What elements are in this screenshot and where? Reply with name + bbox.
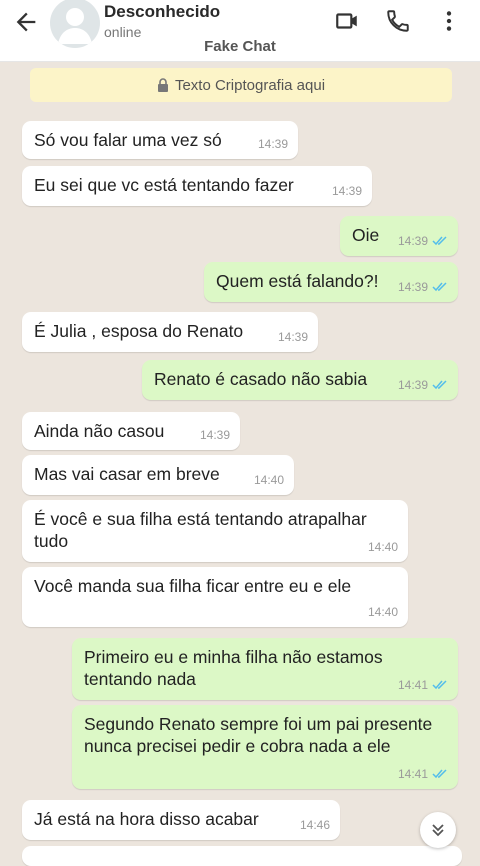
message-text: Eu sei que vc está tentando fazer bbox=[34, 175, 294, 195]
read-ticks-icon bbox=[432, 236, 447, 246]
contact-name[interactable]: Desconhecido bbox=[104, 2, 220, 22]
message-bubble-incoming[interactable]: Eu sei que vc está tentando fazer 14:39 bbox=[22, 166, 372, 206]
message-time: 14:46 bbox=[299, 818, 330, 832]
phone-call-icon[interactable] bbox=[385, 8, 411, 34]
message-meta: 14:41 bbox=[398, 674, 448, 696]
message-bubble-incoming[interactable]: Mas vai casar em breve 14:40 bbox=[22, 455, 294, 495]
message-time: 14:40 bbox=[253, 473, 284, 487]
scroll-to-bottom-button[interactable] bbox=[420, 812, 456, 848]
message-bubble-outgoing[interactable]: Oie 14:39 bbox=[340, 216, 458, 256]
read-ticks-icon bbox=[432, 282, 447, 292]
read-ticks-icon bbox=[432, 380, 447, 390]
read-ticks-icon bbox=[432, 769, 447, 779]
message-meta: 14:39 bbox=[398, 276, 448, 298]
message-time: 14:39 bbox=[397, 234, 428, 248]
message-text: É você e sua filha está tentando atrapal… bbox=[34, 509, 367, 551]
video-call-icon[interactable] bbox=[334, 8, 360, 34]
message-meta: 14:39 bbox=[398, 230, 448, 252]
message-text: Quem está falando?! bbox=[216, 271, 379, 291]
chat-header: Desconhecido online Fake Chat bbox=[0, 0, 480, 62]
message-bubble-incoming-partial bbox=[22, 846, 462, 866]
message-time: 14:39 bbox=[331, 184, 362, 198]
message-time: 14:41 bbox=[397, 767, 428, 781]
message-text: Oie bbox=[352, 225, 380, 245]
message-bubble-incoming[interactable]: Já está na hora disso acabar 14:46 bbox=[22, 800, 340, 840]
message-text: Mas vai casar em breve bbox=[34, 464, 220, 484]
chat-subtitle: Fake Chat bbox=[204, 38, 276, 55]
message-text: Segundo Renato sempre foi um pai present… bbox=[84, 714, 433, 756]
message-bubble-incoming[interactable]: É você e sua filha está tentando atrapal… bbox=[22, 500, 408, 562]
message-bubble-incoming[interactable]: Só vou falar uma vez só 14:39 bbox=[22, 121, 298, 159]
message-time: 14:39 bbox=[277, 330, 308, 344]
read-ticks-icon bbox=[432, 680, 447, 690]
message-time: 14:40 bbox=[367, 540, 398, 554]
message-bubble-incoming[interactable]: Você manda sua filha ficar entre eu e el… bbox=[22, 567, 408, 627]
message-bubble-outgoing[interactable]: Renato é casado não sabia 14:39 bbox=[142, 360, 458, 400]
message-text: É Julia , esposa do Renato bbox=[34, 321, 244, 341]
message-text: Já está na hora disso acabar bbox=[34, 809, 259, 829]
message-meta: 14:41 bbox=[398, 763, 448, 785]
message-bubble-outgoing[interactable]: Segundo Renato sempre foi um pai present… bbox=[72, 705, 458, 789]
double-chevron-down-icon bbox=[432, 824, 444, 837]
encryption-banner[interactable]: Texto Criptografia aqui bbox=[30, 68, 452, 102]
message-time: 14:39 bbox=[397, 378, 428, 392]
message-text: Ainda não casou bbox=[34, 421, 165, 441]
message-text: Primeiro eu e minha filha não estamos te… bbox=[84, 647, 383, 689]
message-bubble-incoming[interactable]: Ainda não casou 14:39 bbox=[22, 412, 240, 450]
message-text: Você manda sua filha ficar entre eu e el… bbox=[34, 576, 352, 596]
message-time: 14:40 bbox=[367, 605, 398, 619]
lock-icon bbox=[157, 78, 168, 92]
message-text: Só vou falar uma vez só bbox=[34, 130, 222, 150]
message-bubble-outgoing[interactable]: Quem está falando?! 14:39 bbox=[204, 262, 458, 302]
back-arrow-icon[interactable] bbox=[12, 8, 40, 36]
message-time: 14:39 bbox=[397, 280, 428, 294]
message-time: 14:39 bbox=[199, 428, 230, 442]
message-bubble-incoming[interactable]: É Julia , esposa do Renato 14:39 bbox=[22, 312, 318, 352]
message-text: Renato é casado não sabia bbox=[154, 369, 368, 389]
message-time: 14:39 bbox=[257, 137, 288, 151]
message-time: 14:41 bbox=[397, 678, 428, 692]
message-meta: 14:39 bbox=[398, 374, 448, 396]
message-bubble-outgoing[interactable]: Primeiro eu e minha filha não estamos te… bbox=[72, 638, 458, 700]
more-options-icon[interactable] bbox=[436, 8, 462, 34]
encryption-text: Texto Criptografia aqui bbox=[174, 76, 326, 94]
